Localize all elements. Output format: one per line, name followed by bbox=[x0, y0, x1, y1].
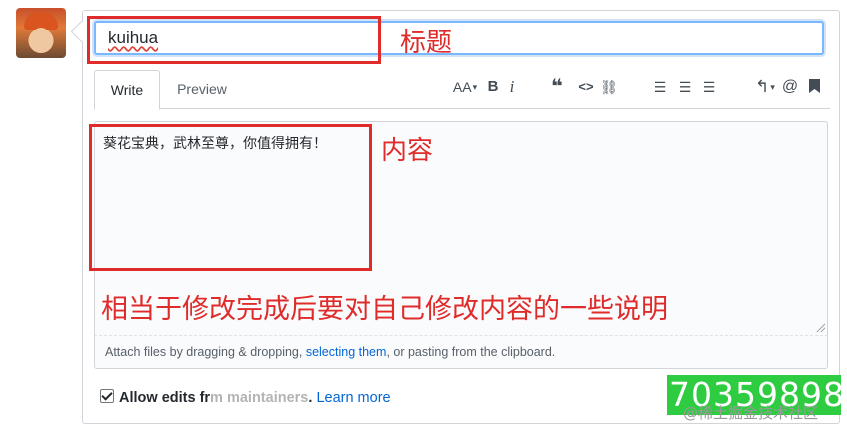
site-watermark: @稀土掘金技术社区 bbox=[683, 404, 819, 422]
task-list-icon[interactable]: ☰ bbox=[700, 76, 718, 98]
bold-icon[interactable]: B bbox=[486, 76, 500, 98]
resize-handle-icon[interactable] bbox=[815, 322, 825, 332]
bullet-list-icon[interactable]: ☰ bbox=[652, 76, 668, 98]
learn-more-link[interactable]: Learn more bbox=[316, 390, 390, 406]
title-highlight-box bbox=[87, 16, 381, 64]
title-annotation: 标题 bbox=[400, 28, 453, 58]
link-icon[interactable]: ⛓ bbox=[600, 76, 618, 98]
allow-edits-checkbox[interactable] bbox=[100, 389, 114, 403]
select-files-link[interactable]: selecting them bbox=[306, 345, 387, 359]
quote-icon[interactable]: ❝ bbox=[549, 76, 565, 98]
attach-prefix: Attach files by dragging & dropping, bbox=[105, 345, 306, 359]
numbered-list-icon[interactable]: ☰ bbox=[677, 76, 693, 98]
tab-write[interactable]: Write bbox=[94, 70, 160, 110]
bookmark-icon[interactable] bbox=[806, 76, 822, 98]
user-avatar bbox=[16, 8, 66, 58]
attach-files-bar[interactable]: Attach files by dragging & dropping, sel… bbox=[94, 336, 828, 369]
avatar-face bbox=[31, 28, 51, 52]
tab-preview[interactable]: Preview bbox=[164, 70, 240, 108]
reply-icon[interactable]: ↰ bbox=[753, 76, 777, 98]
text-size-icon[interactable]: AA bbox=[448, 76, 482, 98]
content-annotation: 内容 bbox=[381, 136, 434, 166]
note-annotation: 相当于修改完成后要对自己修改内容的一些说明 bbox=[101, 294, 668, 325]
italic-icon[interactable]: i bbox=[506, 76, 518, 98]
mention-icon[interactable]: @ bbox=[781, 76, 799, 98]
content-highlight-box bbox=[89, 124, 372, 271]
allow-edits-obscured: m maintainers bbox=[210, 390, 309, 406]
allow-edits-label: Allow edits fr bbox=[119, 390, 211, 406]
code-icon[interactable]: <> bbox=[576, 76, 596, 98]
allow-edits-option[interactable]: Allow edits frm maintainers. Learn more bbox=[100, 388, 391, 408]
tab-divider bbox=[94, 108, 830, 109]
attach-suffix: , or pasting from the clipboard. bbox=[386, 345, 556, 359]
